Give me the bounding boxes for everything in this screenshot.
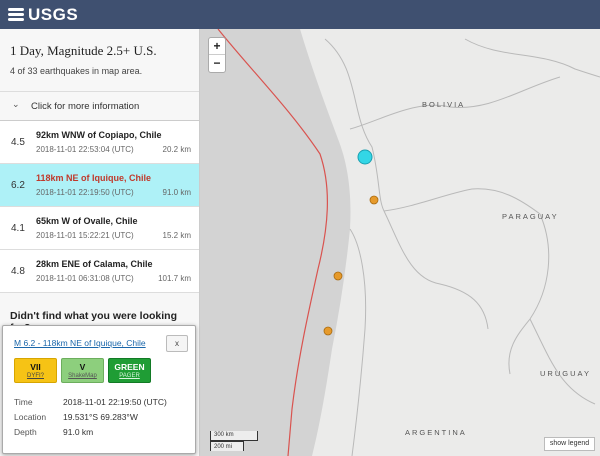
zoom-out-button[interactable]: − (209, 55, 225, 72)
depth-value: 91.0 km (63, 427, 94, 437)
earthquake-list-item[interactable]: 4.8 28km ENE of Calama, Chile 2018-11-01… (0, 250, 199, 293)
earthquake-marker (369, 195, 379, 205)
more-info-toggle[interactable]: ⌄ Click for more information (0, 91, 199, 121)
top-header: USGS (0, 0, 600, 29)
map[interactable]: + − BOLIVIA PARAGUAY URUGUAY ARGENTINA (200, 29, 600, 456)
scale-mi: 200 mi (210, 441, 244, 451)
dyfi-badge[interactable]: VII DYFI? (14, 358, 57, 383)
zoom-in-button[interactable]: + (209, 38, 225, 55)
show-legend-button[interactable]: show legend (544, 437, 595, 451)
eq-place: 92km WNW of Copiapo, Chile (36, 130, 162, 140)
country-label-argentina: ARGENTINA (405, 428, 467, 437)
earthquake-list-item[interactable]: 4.1 65km W of Ovalle, Chile 2018-11-01 1… (0, 207, 199, 250)
shakemap-label: ShakeMap (68, 373, 97, 379)
pager-value: GREEN (114, 362, 145, 372)
earthquake-list: 4.5 92km WNW of Copiapo, Chile 2018-11-0… (0, 121, 199, 293)
country-label-uruguay: URUGUAY (540, 369, 591, 378)
location-value: 19.531°S 69.283°W (63, 412, 138, 422)
eq-place: 28km ENE of Calama, Chile (36, 259, 153, 269)
logo-text: USGS (28, 5, 79, 24)
country-label-paraguay: PARAGUAY (502, 212, 559, 221)
more-info-label: Click for more information (31, 101, 140, 112)
dyfi-value: VII (30, 362, 41, 372)
selected-earthquake-marker (357, 149, 373, 165)
eq-magnitude: 4.8 (11, 266, 25, 277)
usgs-logo[interactable]: USGS (8, 5, 78, 25)
popup-close-button[interactable]: x (166, 335, 188, 352)
map-canvas (200, 29, 600, 456)
popup-title-link[interactable]: M 6.2 - 118km NE of Iquique, Chile (14, 338, 146, 348)
eq-depth: 20.2 km (162, 145, 191, 154)
eq-depth: 15.2 km (162, 231, 191, 240)
usgs-wave-icon (8, 6, 24, 24)
pager-label: PAGER (119, 373, 140, 379)
eq-magnitude: 4.5 (11, 137, 25, 148)
eq-time: 2018-11-01 15:22:21 (UTC) (36, 231, 134, 240)
time-label: Time (14, 397, 33, 407)
eq-time: 2018-11-01 22:19:50 (UTC) (36, 188, 134, 197)
eq-time: 2018-11-01 06:31:08 (UTC) (36, 274, 134, 283)
time-value: 2018-11-01 22:19:50 (UTC) (63, 397, 167, 407)
earthquake-marker (323, 326, 333, 336)
location-label: Location (14, 412, 47, 422)
zoom-control: + − (208, 37, 226, 73)
shakemap-value: V (79, 362, 86, 372)
pager-badge[interactable]: GREEN PAGER (108, 358, 151, 383)
country-label-bolivia: BOLIVIA (422, 100, 466, 109)
eq-place: 65km W of Ovalle, Chile (36, 216, 138, 226)
depth-label: Depth (14, 427, 37, 437)
eq-place: 118km NE of Iquique, Chile (36, 173, 152, 183)
map-scale: 300 km 200 mi (210, 431, 264, 452)
scale-km: 300 km (210, 431, 258, 441)
eq-magnitude: 6.2 (11, 180, 25, 191)
earthquake-marker (333, 271, 343, 281)
eq-depth: 91.0 km (162, 188, 191, 197)
chevron-down-icon: ⌄ (12, 99, 20, 109)
ocean-area (200, 29, 351, 456)
page-title: 1 Day, Magnitude 2.5+ U.S. (10, 43, 157, 58)
eq-depth: 101.7 km (158, 274, 191, 283)
earthquake-list-item[interactable]: 4.5 92km WNW of Copiapo, Chile 2018-11-0… (0, 121, 199, 164)
earthquake-popup: M 6.2 - 118km NE of Iquique, Chile x VII… (2, 325, 196, 454)
shakemap-badge[interactable]: V ShakeMap (61, 358, 104, 383)
eq-magnitude: 4.1 (11, 223, 25, 234)
earthquake-list-item-selected[interactable]: 6.2 118km NE of Iquique, Chile 2018-11-0… (0, 164, 199, 207)
eq-time: 2018-11-01 22:53:04 (UTC) (36, 145, 134, 154)
dyfi-label: DYFI? (26, 373, 44, 379)
earthquake-count: 4 of 33 earthquakes in map area. (10, 66, 143, 76)
